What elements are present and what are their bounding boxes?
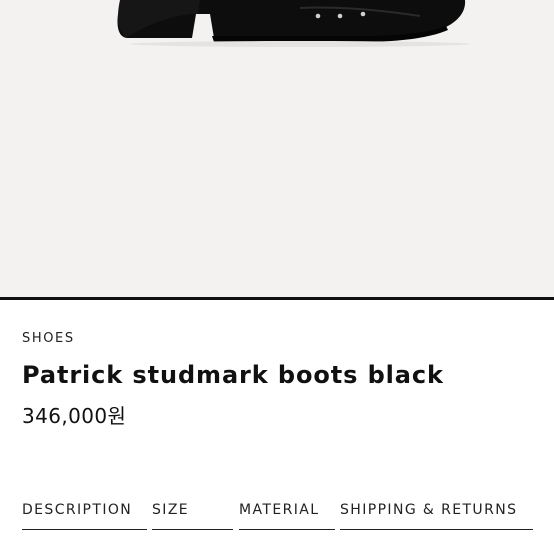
section-divider [0,297,554,300]
stud [337,13,343,19]
stud [360,11,366,17]
product-image[interactable] [0,0,554,298]
product-info-tabs: DESCRIPTION SIZE MATERIAL SHIPPING & RET… [22,500,534,530]
tab-shipping-returns[interactable]: SHIPPING & RETURNS [340,500,533,530]
product-category[interactable]: SHOES [22,331,75,346]
boot-image [117,0,470,47]
tab-label: DESCRIPTION [22,502,133,518]
tab-label: SHIPPING & RETURNS [340,502,518,518]
product-title: Patrick studmark boots black [22,361,444,389]
stud [315,13,321,19]
tab-size[interactable]: SIZE [152,500,233,530]
tab-description[interactable]: DESCRIPTION [22,500,147,530]
tab-label: MATERIAL [239,502,320,518]
tab-label: SIZE [152,502,190,518]
product-price: 346,000원 [22,404,127,428]
tab-material[interactable]: MATERIAL [239,500,335,530]
